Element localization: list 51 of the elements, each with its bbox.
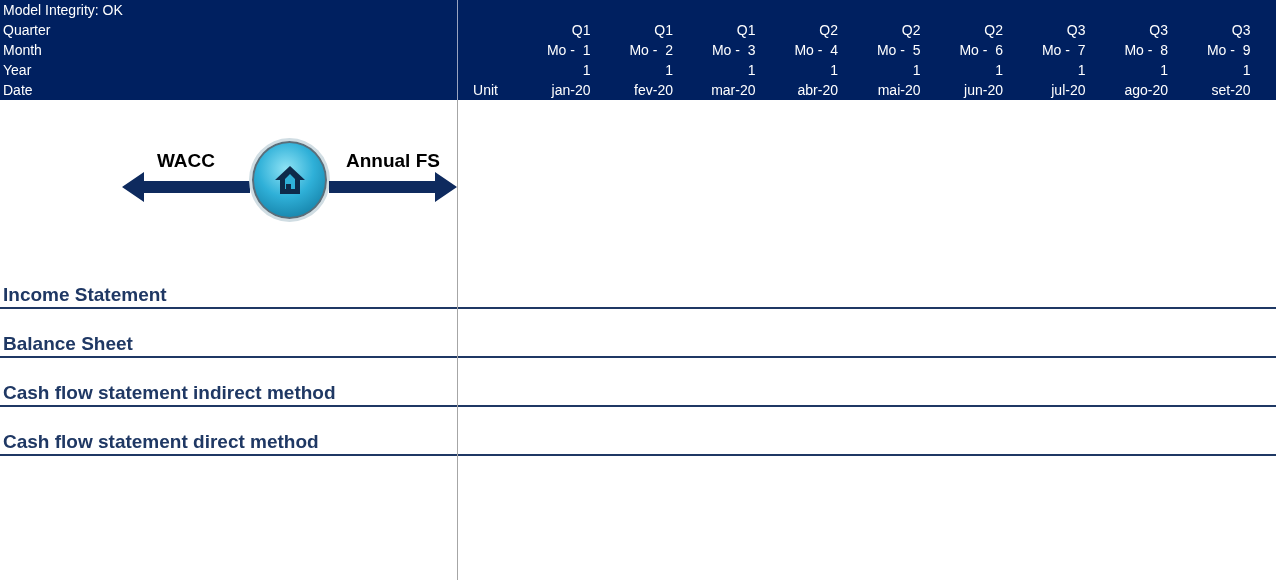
header-cell-text: 1 <box>994 61 1004 80</box>
header-cell-text: Mo - 1 <box>545 41 592 60</box>
integrity-status: Model Integrity: OK <box>0 0 458 20</box>
header-cell-text: 1 <box>829 61 839 80</box>
header-cell-text: Q3 <box>1230 21 1252 40</box>
header-cell-text: ago-20 <box>1123 81 1169 100</box>
header-cell-text: mar-20 <box>710 81 757 100</box>
header-cell-text: Q1 <box>653 21 674 40</box>
header-cell-text: 1 <box>1241 61 1252 80</box>
section-title: Balance Sheet <box>2 333 133 356</box>
arrow-icon <box>329 172 457 202</box>
header-cell-text: Q2 <box>983 21 1004 40</box>
header-cell-text: set-20 <box>1210 81 1252 100</box>
header-cell-text: jan-20 <box>550 81 592 100</box>
header-cell-text: Mo - 9 <box>1205 41 1252 60</box>
annual-fs-link[interactable]: Annual FS <box>329 150 457 202</box>
header-cell-text: Mo - 8 <box>1123 41 1169 60</box>
header-cell-text: Q2 <box>818 21 839 40</box>
header-cell-text: mai-20 <box>876 81 922 100</box>
section-title: Cash flow statement direct method <box>2 431 319 454</box>
section-title: Income Statement <box>2 284 167 307</box>
header-cell-text: jun-20 <box>962 81 1004 100</box>
header-cell-text: Q1 <box>570 21 592 40</box>
header-cell-text: Mo - 3 <box>710 41 757 60</box>
header-cell-text: abr-20 <box>796 81 839 100</box>
arrow-icon <box>122 172 250 202</box>
header-cell-text: Q3 <box>1148 21 1169 40</box>
row-label: Year <box>0 60 458 80</box>
header-cell-text: jul-20 <box>1050 81 1087 100</box>
header-cell-text: 1 <box>581 61 592 80</box>
header-cell-text: 1 <box>746 61 757 80</box>
header-cell-text: 1 <box>664 61 674 80</box>
header-cell-text: 1 <box>1159 61 1169 80</box>
header-cell-text: Q3 <box>1065 21 1087 40</box>
row-label: Month <box>0 40 458 60</box>
row-label: Quarter <box>0 20 458 40</box>
home-button[interactable] <box>252 141 327 219</box>
wacc-link[interactable]: WACC <box>122 150 250 202</box>
unit-label: Unit <box>472 81 499 100</box>
header-cell-text: Mo - 6 <box>958 41 1004 60</box>
header-cell-text: Mo - 7 <box>1040 41 1087 60</box>
header-cell-text: Mo - 4 <box>793 41 839 60</box>
header-cell-text: 1 <box>911 61 922 80</box>
header-cell-text: 1 <box>1076 61 1087 80</box>
header-cell-text: Mo - 2 <box>628 41 674 60</box>
row-label: Date <box>0 80 458 100</box>
header-cell-text: Mo - 5 <box>875 41 922 60</box>
header-cell-text: Q2 <box>900 21 922 40</box>
header-cell-text: fev-20 <box>633 81 674 100</box>
section-title: Cash flow statement indirect method <box>2 382 336 405</box>
header-cell-text: Q1 <box>735 21 757 40</box>
